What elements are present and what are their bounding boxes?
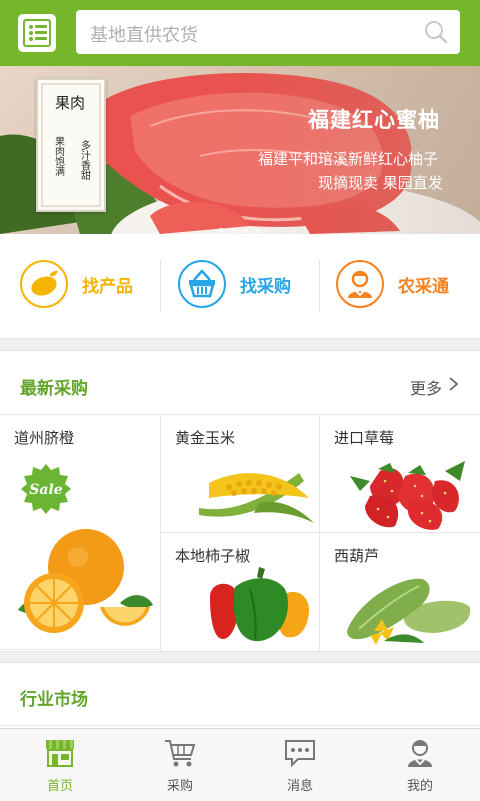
nav-messages[interactable]: 消息 [240,729,360,801]
find-purchase-label: 找采购 [240,277,291,297]
product-name: 西葫芦 [334,547,380,565]
store-icon [46,740,74,767]
orange-image [18,529,153,633]
nav-purchase-label: 采购 [166,779,193,794]
search-box[interactable]: 基地直供农货 [76,10,460,54]
banner-title: 福建红心蜜柚 [308,108,440,132]
svg-text:多汁香甜: 多汁香甜 [79,139,91,181]
svg-text:果肉: 果肉 [55,94,85,112]
section-title: 行业市场 [20,690,88,710]
basket-icon [178,260,226,308]
nav-profile-label: 我的 [406,779,433,794]
product-name: 道州脐橙 [14,429,75,447]
product-name: 进口草莓 [334,429,395,447]
latest-purchases-header: 最新采购 更多 [0,351,480,415]
chevron-right-icon[interactable] [446,377,460,391]
nav-profile[interactable]: 我的 [360,729,480,801]
lemon-icon [20,260,68,308]
sale-badge-icon: Sale [21,464,71,514]
more-link[interactable]: 更多 [410,375,442,399]
user-profile-icon [408,740,432,767]
product-card-navel-orange[interactable]: 道州脐橙 Sale [0,415,161,650]
shopping-cart-icon [165,740,196,767]
zucchini-image [347,578,471,645]
bell-pepper-image [210,567,310,642]
latest-purchases-section: 最新采购 更多 道州脐橙 Sale 黄金玉米 进口草莓 本地柿子椒 西葫芦 [0,350,480,652]
product-card-strawberry[interactable]: 进口草莓 [320,415,480,533]
find-product-label: 找产品 [82,277,133,297]
corn-image [199,473,314,523]
promo-banner[interactable]: 果肉 果肉饱满 多汁香甜 福建红心蜜柚 福建平和琯溪新鲜红心柚子 现摘现卖 果园… [0,66,480,234]
banner-label-card: 果肉 果肉饱满 多汁香甜 [36,78,106,212]
product-card-corn[interactable]: 黄金玉米 [161,415,320,533]
quick-links: 找产品 找采购 农采通 [0,234,480,339]
list-menu-icon [23,19,51,47]
product-card-zucchini[interactable]: 西葫芦 [320,533,480,650]
bottom-navigation: 首页 采购 消息 我的 [0,728,480,801]
svg-text:Sale: Sale [29,482,63,498]
search-placeholder: 基地直供农货 [90,25,198,46]
svg-text:果肉饱满: 果肉饱满 [53,136,65,177]
banner-pagination-dots[interactable] [219,218,267,234]
farmer-icon [336,260,384,308]
product-name: 本地柿子椒 [175,547,251,565]
agri-purchase-label: 农采通 [398,277,449,297]
search-icon[interactable] [424,20,448,44]
banner-subtitle-2: 现摘现卖 果园直发 [318,174,443,192]
menu-button[interactable] [18,14,56,52]
banner-subtitle-1: 福建平和琯溪新鲜红心柚子 [258,150,439,168]
chat-bubble-icon [285,740,315,768]
nav-purchase[interactable]: 采购 [120,729,240,801]
product-card-bell-pepper[interactable]: 本地柿子椒 [161,533,320,650]
top-bar: 基地直供农货 [0,0,480,66]
nav-home[interactable]: 首页 [0,729,120,801]
nav-messages-label: 消息 [286,779,313,794]
strawberry-image [350,461,465,530]
nav-home-label: 首页 [46,779,73,794]
section-title: 最新采购 [20,379,88,399]
product-name: 黄金玉米 [175,429,236,447]
